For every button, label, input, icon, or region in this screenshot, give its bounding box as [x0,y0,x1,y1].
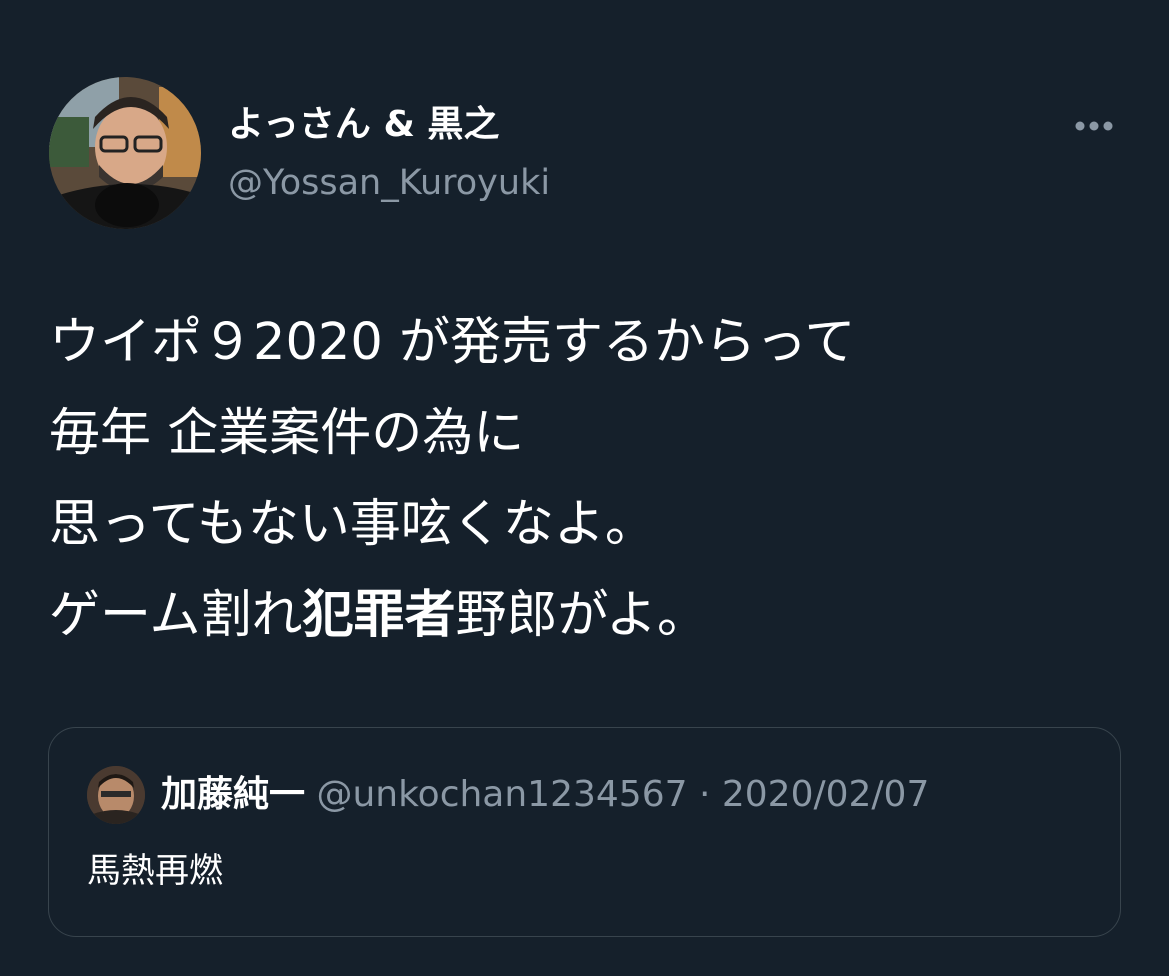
quoted-author-display-name[interactable]: 加藤純一 [161,774,305,815]
tweet-text-line: ウイポ９2020 が発売するからって [49,313,856,372]
tweet-text-segment: ゲーム割れ [49,586,303,645]
tweet-text-line: ゲーム割れ犯罪者野郎がよ。 [49,570,1129,661]
author-avatar-image [49,77,201,229]
tweet-text-bold-segment: 犯罪者 [302,586,456,645]
author-handle[interactable]: @Yossan_Kuroyuki [228,158,550,208]
author-display-name[interactable]: よっさん & 黒之 [228,100,499,150]
quoted-author-handle[interactable]: @unkochan1234567 [316,774,687,815]
tweet: よっさん & 黒之 @Yossan_Kuroyuki ウイポ９2020 が発売す… [0,0,1169,976]
tweet-text-line: 思ってもない事呟くなよ。 [49,495,656,554]
author-avatar[interactable] [49,77,201,229]
quoted-tweet-date[interactable]: 2020/02/07 [722,774,930,815]
more-options-icon[interactable] [1068,112,1120,140]
meta-separator: · [698,774,711,815]
quoted-author-avatar[interactable] [87,766,145,824]
quoted-author-avatar-image [87,766,145,824]
tweet-text-line: 毎年 企業案件の為に [49,404,525,463]
quoted-tweet-text: 馬熱再燃 [87,851,223,891]
tweet-text-segment: 野郎がよ。 [455,586,708,645]
quoted-tweet-card[interactable]: 加藤純一 @unkochan1234567 · 2020/02/07 馬熱再燃 [48,727,1121,937]
tweet-text: ウイポ９2020 が発売するからって 毎年 企業案件の為に 思ってもない事呟くな… [49,297,1129,661]
quoted-tweet-header: 加藤純一 @unkochan1234567 · 2020/02/07 [161,770,929,820]
